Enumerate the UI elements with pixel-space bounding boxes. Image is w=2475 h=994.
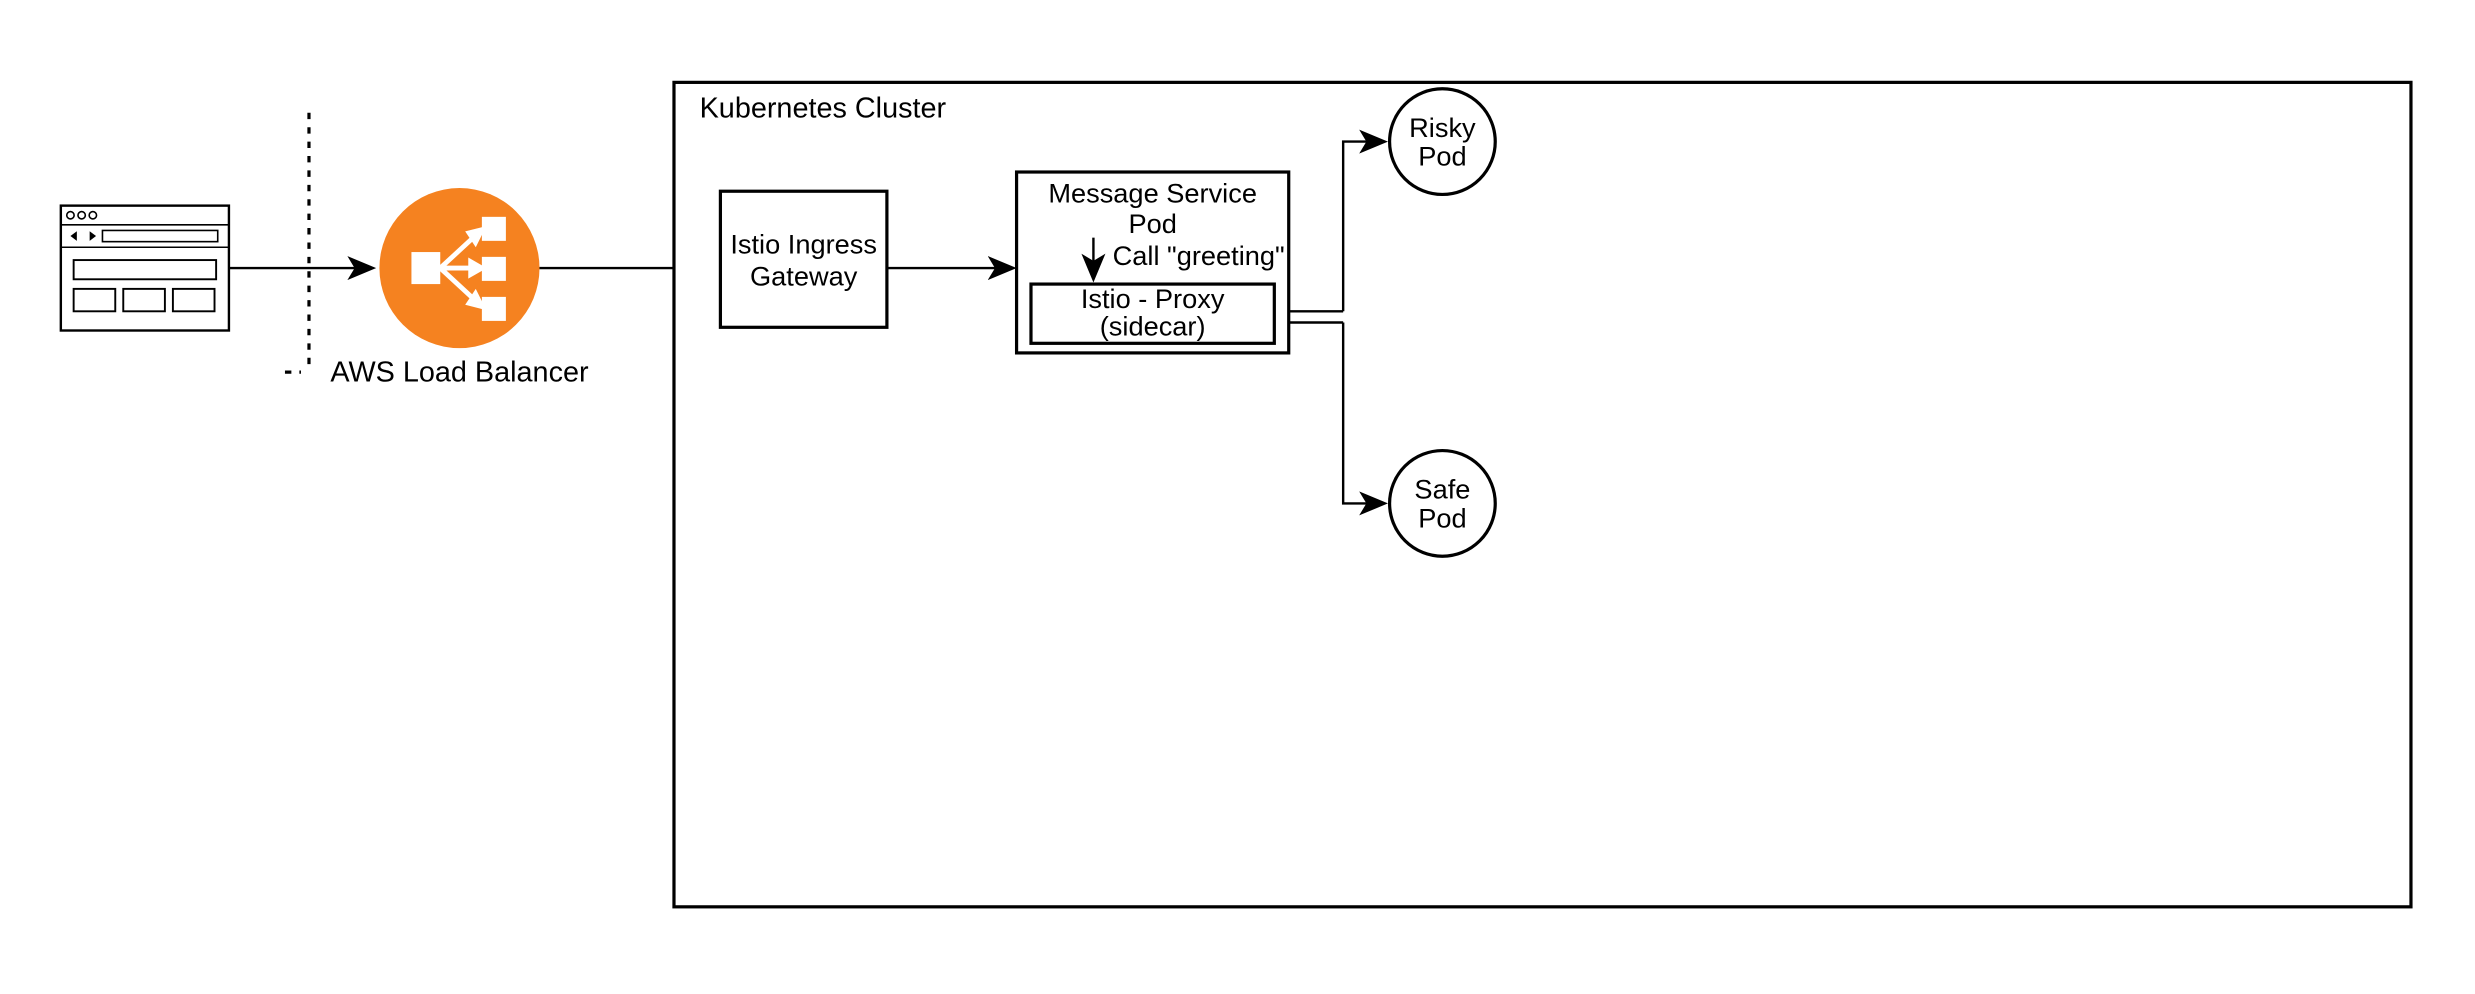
safe-pod-label-1: Safe	[1414, 474, 1470, 505]
istio-ingress-label-2: Gateway	[750, 261, 858, 292]
risky-pod-label-2: Pod	[1418, 141, 1466, 172]
kubernetes-cluster-box	[674, 82, 2411, 906]
aws-load-balancer-icon	[379, 188, 539, 348]
istio-ingress-label-1: Istio Ingress	[730, 229, 877, 260]
safe-pod-label-2: Pod	[1418, 502, 1466, 533]
aws-lb-label: AWS Load Balancer	[330, 357, 589, 389]
msg-pod-label-1: Message Service	[1048, 177, 1257, 208]
sidecar-label-2: (sidecar)	[1100, 310, 1206, 341]
risky-pod-label-1: Risky	[1409, 112, 1476, 143]
architecture-diagram: AWS Load Balancer Kubernetes Cluster Ist…	[0, 0, 2475, 994]
msg-pod-label-2: Pod	[1128, 208, 1176, 239]
browser-icon	[61, 206, 229, 331]
call-greeting-label: Call "greeting"	[1113, 240, 1285, 271]
kubernetes-cluster-label: Kubernetes Cluster	[700, 93, 947, 125]
